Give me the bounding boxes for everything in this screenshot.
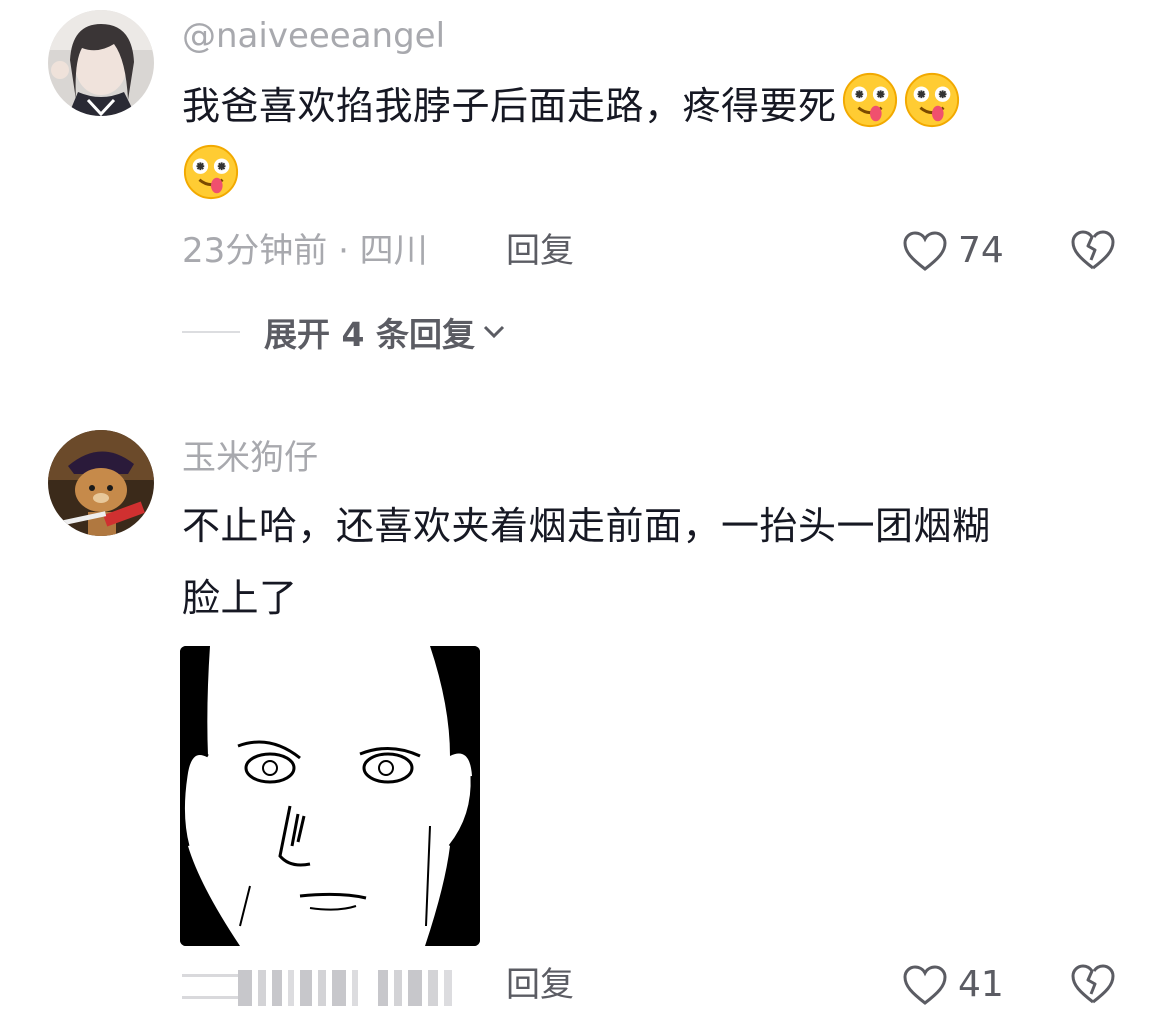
avatar[interactable]: [48, 10, 154, 116]
reply-button[interactable]: 回复: [506, 960, 574, 1010]
like-count: 74: [958, 230, 1004, 271]
chevron-down-icon: [483, 325, 505, 339]
comment-text-line: 脸上了: [182, 576, 298, 620]
comment-item: @naiveeeangel 我爸喜欢掐我脖子后面走路，疼得要死 23分钟前 · …: [0, 0, 1169, 400]
comment-meta: 23分钟前 · 四川 回复 74: [182, 226, 1132, 276]
username[interactable]: 玉米狗仔: [182, 438, 318, 478]
like-count: 41: [958, 964, 1004, 1005]
avatar[interactable]: [48, 430, 154, 536]
dislike-button[interactable]: [1070, 228, 1116, 286]
like-button[interactable]: 41: [902, 960, 1004, 1010]
reply-button[interactable]: 回复: [506, 226, 574, 276]
heart-outline-icon: [903, 231, 947, 271]
heart-outline-icon: [903, 965, 947, 1005]
comment-text-line: 不止哈，还喜欢夹着烟走前面，一抬头一团烟糊: [182, 504, 991, 548]
expand-replies-label: 展开 4 条回复: [264, 315, 475, 354]
sketch-face-image: [180, 646, 480, 946]
time-location: 23分钟前 · 四川: [182, 231, 428, 271]
broken-heart-icon: [1071, 964, 1115, 1004]
broken-heart-icon: [1071, 230, 1115, 270]
comment-meta: 回复 41: [182, 960, 1132, 1010]
divider: [182, 331, 240, 333]
like-button[interactable]: 74: [902, 226, 1004, 276]
drooling-face-emoji-icon: [904, 72, 959, 128]
comment-item: 玉米狗仔 不止哈，还喜欢夹着烟走前面，一抬头一团烟糊 脸上了 回复 41: [0, 420, 1169, 1025]
drooling-face-emoji-icon: [842, 72, 897, 128]
dislike-button[interactable]: [1070, 962, 1116, 1020]
username[interactable]: @naiveeeangel: [182, 16, 445, 56]
comment-image[interactable]: [180, 646, 480, 946]
redacted-time-location: [182, 970, 452, 1006]
comment-text: 不止哈，还喜欢夹着烟走前面，一抬头一团烟糊 脸上了: [182, 490, 1122, 634]
expand-replies-button[interactable]: 展开 4 条回复: [182, 310, 505, 354]
comment-text-content: 我爸喜欢掐我脖子后面走路，疼得要死: [182, 84, 837, 128]
comment-text: 我爸喜欢掐我脖子后面走路，疼得要死: [182, 70, 1122, 214]
drooling-face-emoji-icon: [183, 144, 239, 200]
